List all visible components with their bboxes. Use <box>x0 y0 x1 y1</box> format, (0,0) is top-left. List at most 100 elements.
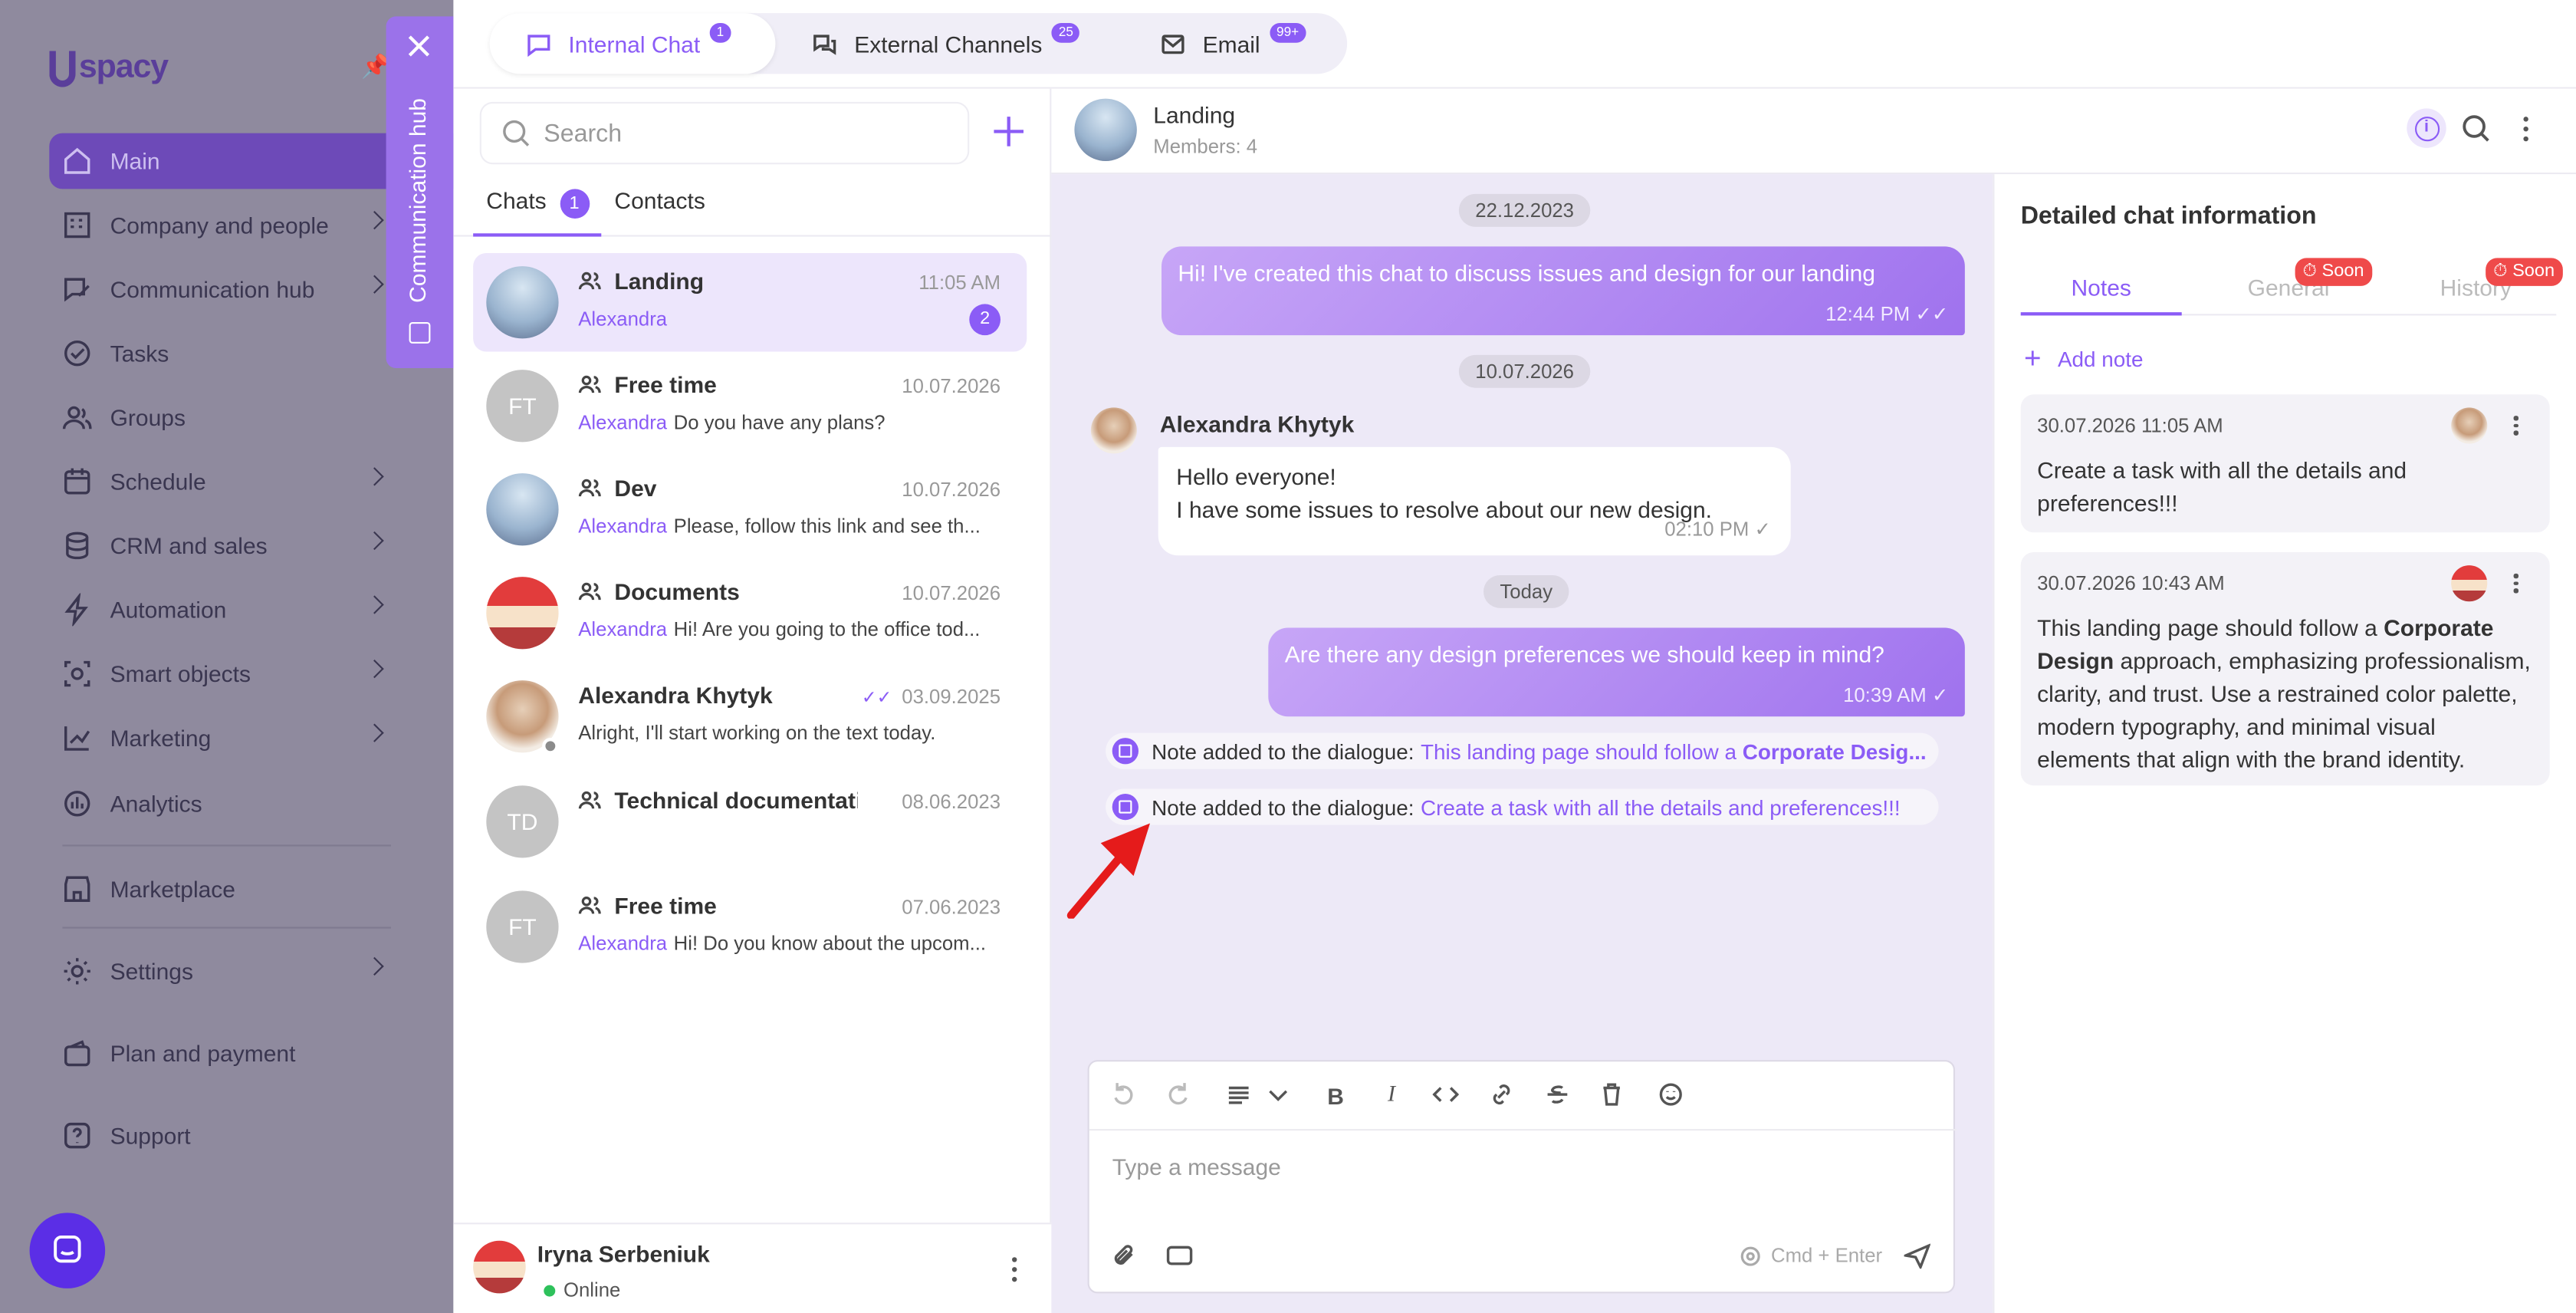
sidebar-item-label: Groups <box>110 404 186 431</box>
chat-search-button[interactable] <box>2461 114 2491 143</box>
bold-icon[interactable]: B <box>1321 1081 1351 1111</box>
group-icon <box>578 271 601 290</box>
undo-icon[interactable] <box>1109 1081 1138 1111</box>
preview-sender: Alexandra <box>578 410 668 434</box>
tab-notes[interactable]: Notes <box>2020 275 2182 316</box>
chat-item-alexandra-khytyk[interactable]: Alexandra Khytyk ✓✓ 03.09.2025 Alright, I… <box>473 667 1027 766</box>
red-arrow-annotation-icon <box>1066 823 1150 919</box>
attach-icon[interactable] <box>1109 1242 1138 1272</box>
home-icon <box>59 145 95 178</box>
coins-icon <box>59 529 95 562</box>
sidebar-item-marketplace[interactable]: Marketplace <box>49 861 394 917</box>
strikethrough-icon[interactable] <box>1543 1081 1572 1111</box>
sidebar-item-smart-objects[interactable]: Smart objects <box>49 646 394 702</box>
chat-item-technical-documentation[interactable]: TD Technical documentati... 08.06.2023 <box>473 772 1027 871</box>
sidebar-item-label: Analytics <box>110 790 202 817</box>
sidebar-item-groups[interactable]: Groups <box>49 390 394 446</box>
chevron-down-icon[interactable] <box>1263 1081 1293 1111</box>
note-date: 30.07.2026 10:43 AM <box>2037 571 2225 595</box>
tab-contacts[interactable]: Contacts <box>614 187 705 213</box>
message-outgoing[interactable]: Hi! I've created this chat to discuss is… <box>1162 246 1965 336</box>
sidebar-item-settings[interactable]: Settings <box>49 943 394 999</box>
sidebar-item-analytics[interactable]: Analytics <box>49 775 394 831</box>
add-note-label: Add note <box>2057 347 2144 372</box>
communication-hub-panel-tab[interactable]: Communication hub <box>386 16 454 368</box>
note-card[interactable]: 30.07.2026 11:05 AM Create a task with a… <box>2020 394 2550 533</box>
note-event-link[interactable]: Create a task with all the details and p… <box>1421 795 1901 819</box>
chevron-right-icon <box>365 467 384 486</box>
tab-label: Email <box>1202 30 1260 57</box>
chat-info-button[interactable]: i <box>2407 108 2446 148</box>
gif-icon[interactable] <box>1165 1242 1194 1272</box>
pin-icon[interactable]: 📌 <box>361 53 389 79</box>
user-menu-icon[interactable] <box>1012 1257 1019 1283</box>
chat-title: Documents <box>578 578 907 605</box>
chat-time: 10.07.2026 <box>902 374 1001 398</box>
chat-menu-icon[interactable] <box>2523 117 2530 143</box>
group-icon <box>578 896 601 914</box>
tab-history[interactable]: History ⏱ Soon <box>2395 258 2563 301</box>
new-chat-button[interactable] <box>992 115 1025 148</box>
note-card[interactable]: 30.07.2026 10:43 AM This landing page sh… <box>2020 551 2550 786</box>
chat-item-landing[interactable]: Landing 11:05 AM Alexandra 2 <box>473 252 1027 352</box>
channels-icon <box>813 34 836 54</box>
logo-text: spacy <box>78 49 169 86</box>
close-icon[interactable] <box>406 33 432 59</box>
message-incoming[interactable]: Hello everyone! I have some issues to re… <box>1158 446 1791 556</box>
chat-item-dev[interactable]: Dev 10.07.2026 Alexandra Please, follow t… <box>473 460 1027 559</box>
message-time: 10:39 AM ✓ <box>1843 683 1949 707</box>
align-icon[interactable] <box>1224 1081 1254 1111</box>
tab-email[interactable]: Email 99+ <box>1160 13 1306 74</box>
chat-title: Technical documentati... <box>578 787 858 814</box>
tab-internal-chat[interactable]: Internal Chat 1 <box>489 13 776 74</box>
group-icon <box>578 375 601 393</box>
sidebar-item-marketing[interactable]: Marketing <box>49 710 394 766</box>
sidebar-item-tasks[interactable]: Tasks <box>49 325 394 381</box>
chat-item-free-time-2[interactable]: FT Free time 07.06.2023 Alexandra Hi! Do … <box>473 877 1027 976</box>
message-area: 22.12.2023 Hi! I've created this chat to… <box>1051 174 1993 1313</box>
send-icon[interactable] <box>1901 1242 1932 1272</box>
chevron-right-icon <box>365 659 384 679</box>
italic-icon[interactable]: I <box>1377 1081 1407 1111</box>
support-chat-button[interactable] <box>29 1213 106 1288</box>
message-outgoing[interactable]: Are there any design preferences we shou… <box>1268 627 1965 717</box>
search-input[interactable] <box>544 119 938 147</box>
chat-title-text: Free time <box>614 371 717 398</box>
sidebar-item-company[interactable]: Company and people <box>49 197 394 253</box>
tab-chats[interactable]: Chats 1 <box>473 187 601 237</box>
note-event[interactable]: Note added to the dialogue: This landing… <box>1106 732 1939 769</box>
tab-external-channels[interactable]: External Channels 25 <box>812 13 1080 74</box>
user-status: Online <box>544 1278 620 1301</box>
emoji-icon[interactable] <box>1656 1081 1686 1111</box>
app-logo[interactable]: spacy <box>49 49 169 87</box>
tab-badge: 99+ <box>1270 21 1306 42</box>
sender-avatar[interactable] <box>1090 407 1137 454</box>
store-icon <box>59 873 95 906</box>
note-menu-icon[interactable] <box>2513 416 2521 442</box>
add-note-button[interactable]: + Add note <box>2024 342 2143 377</box>
trash-icon[interactable] <box>1597 1081 1627 1111</box>
code-icon[interactable] <box>1431 1081 1460 1111</box>
note-event[interactable]: Note added to the dialogue: Create a tas… <box>1106 788 1939 825</box>
chat-title-text: Alexandra Khytyk <box>578 682 773 709</box>
sidebar-item-crm[interactable]: CRM and sales <box>49 518 394 574</box>
redo-icon[interactable] <box>1163 1081 1193 1111</box>
chat-title: Landing <box>1153 101 1236 129</box>
tab-label: External Channels <box>854 30 1043 57</box>
sidebar-item-support[interactable]: Support <box>49 1107 394 1163</box>
send-shortcut-hint[interactable]: Cmd + Enter <box>1740 1244 1882 1267</box>
chat-item-documents[interactable]: Documents 10.07.2026 Alexandra Hi! Are yo… <box>473 564 1027 663</box>
note-menu-icon[interactable] <box>2513 573 2521 600</box>
sidebar-item-plan[interactable]: Plan and payment <box>49 1025 394 1081</box>
sidebar-item-communication[interactable]: Communication hub <box>49 262 394 318</box>
user-avatar[interactable] <box>473 1240 526 1294</box>
sidebar-item-schedule[interactable]: Schedule <box>49 453 394 509</box>
chat-item-free-time[interactable]: FT Free time 10.07.2026 Alexandra Do you … <box>473 357 1027 456</box>
message-input[interactable] <box>1112 1153 1934 1203</box>
note-event-link[interactable]: This landing page should follow a Corpor… <box>1421 739 1927 763</box>
sidebar-item-automation[interactable]: Automation <box>49 582 394 638</box>
tab-general[interactable]: General ⏱ Soon <box>2208 258 2373 301</box>
chat-time: 11:05 AM <box>918 271 1001 295</box>
link-icon[interactable] <box>1487 1081 1516 1111</box>
link-bold-text: Corporate Desig... <box>1742 739 1927 764</box>
